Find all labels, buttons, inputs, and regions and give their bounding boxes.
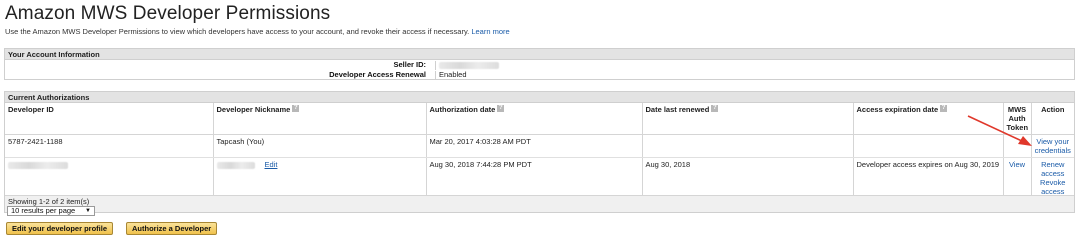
intro-text: Use the Amazon MWS Developer Permissions… [5, 27, 510, 36]
authorize-developer-button[interactable]: Authorize a Developer [126, 222, 218, 235]
last-renewed-cell: Aug 30, 2018 [642, 157, 854, 199]
table-footer: Showing 1-2 of 2 item(s) [5, 195, 1074, 212]
action-cell: Renew access Revoke access [1031, 157, 1074, 199]
revoke-access-link[interactable]: Revoke access [1040, 178, 1065, 196]
learn-more-link[interactable]: Learn more [471, 27, 509, 36]
seller-id-label: Seller ID: [393, 60, 426, 69]
col-action: Action [1031, 103, 1074, 135]
expiration-cell: Developer access expires on Aug 30, 2019 [853, 157, 1004, 199]
redacted-developer-id [8, 161, 68, 169]
table-row: Edit Aug 30, 2018 7:44:28 PM PDT Aug 30,… [5, 157, 1074, 199]
access-renewal-label: Developer Access Renewal [329, 70, 426, 79]
auth-date-cell: Mar 20, 2017 4:03:28 AM PDT [426, 134, 643, 158]
pagination-summary: Showing 1-2 of 2 item(s) [8, 197, 90, 206]
mws-token-cell: View [1003, 157, 1032, 199]
expiration-cell [853, 134, 1004, 158]
view-token-link[interactable]: View [1009, 160, 1025, 169]
results-per-page-value: 10 results per page [11, 206, 76, 215]
edit-developer-profile-button[interactable]: Edit your developer profile [6, 222, 114, 235]
current-authorizations-header: Current Authorizations [5, 92, 1074, 103]
table-row: 5787-2421-1188 Tapcash (You) Mar 20, 201… [5, 134, 1074, 158]
action-cell: View your credentials [1031, 134, 1074, 158]
help-icon[interactable]: ? [711, 105, 719, 112]
page-title: Amazon MWS Developer Permissions [5, 3, 331, 24]
last-renewed-cell [642, 134, 854, 158]
access-renewal-value: Enabled [439, 70, 467, 79]
row-divider [435, 71, 436, 80]
access-renewal-row: Developer Access Renewal Enabled [5, 70, 1074, 80]
results-per-page-select[interactable]: 10 results per page ▼ [7, 206, 95, 216]
nickname-cell: Edit [213, 157, 427, 199]
col-access-expiration-date: Access expiration date? [853, 103, 1004, 135]
col-authorization-date: Authorization date? [426, 103, 643, 135]
help-icon[interactable]: ? [940, 105, 948, 112]
account-info-panel: Your Account Information Seller ID: Deve… [4, 48, 1075, 80]
developer-id-cell: 5787-2421-1188 [5, 134, 214, 158]
table-header-row: Developer ID Developer Nickname? Authori… [5, 103, 1074, 135]
mws-token-cell [1003, 134, 1032, 158]
help-icon[interactable]: ? [497, 105, 505, 112]
col-date-last-renewed: Date last renewed? [642, 103, 854, 135]
developer-id-cell [5, 157, 214, 199]
edit-nickname-link[interactable]: Edit [265, 160, 278, 169]
row-divider [435, 61, 436, 70]
nickname-cell: Tapcash (You) [213, 134, 427, 158]
account-info-header: Your Account Information [5, 49, 1074, 60]
col-developer-id: Developer ID [5, 103, 214, 135]
view-credentials-link[interactable]: View your credentials [1035, 137, 1071, 155]
col-mws-auth-token: MWS Auth Token [1003, 103, 1032, 135]
authorizations-table: Developer ID Developer Nickname? Authori… [5, 103, 1074, 199]
redacted-nickname [216, 161, 255, 169]
intro-description: Use the Amazon MWS Developer Permissions… [5, 27, 470, 36]
auth-date-cell: Aug 30, 2018 7:44:28 PM PDT [426, 157, 643, 199]
col-developer-nickname: Developer Nickname? [213, 103, 427, 135]
current-authorizations-panel: Current Authorizations Developer ID Deve… [4, 91, 1075, 213]
dropdown-caret-icon: ▼ [85, 208, 91, 214]
seller-id-value [439, 60, 499, 70]
seller-id-row: Seller ID: [5, 60, 1074, 70]
redacted-seller-id [439, 61, 499, 69]
renew-access-link[interactable]: Renew access [1041, 160, 1064, 178]
help-icon[interactable]: ? [292, 105, 300, 112]
